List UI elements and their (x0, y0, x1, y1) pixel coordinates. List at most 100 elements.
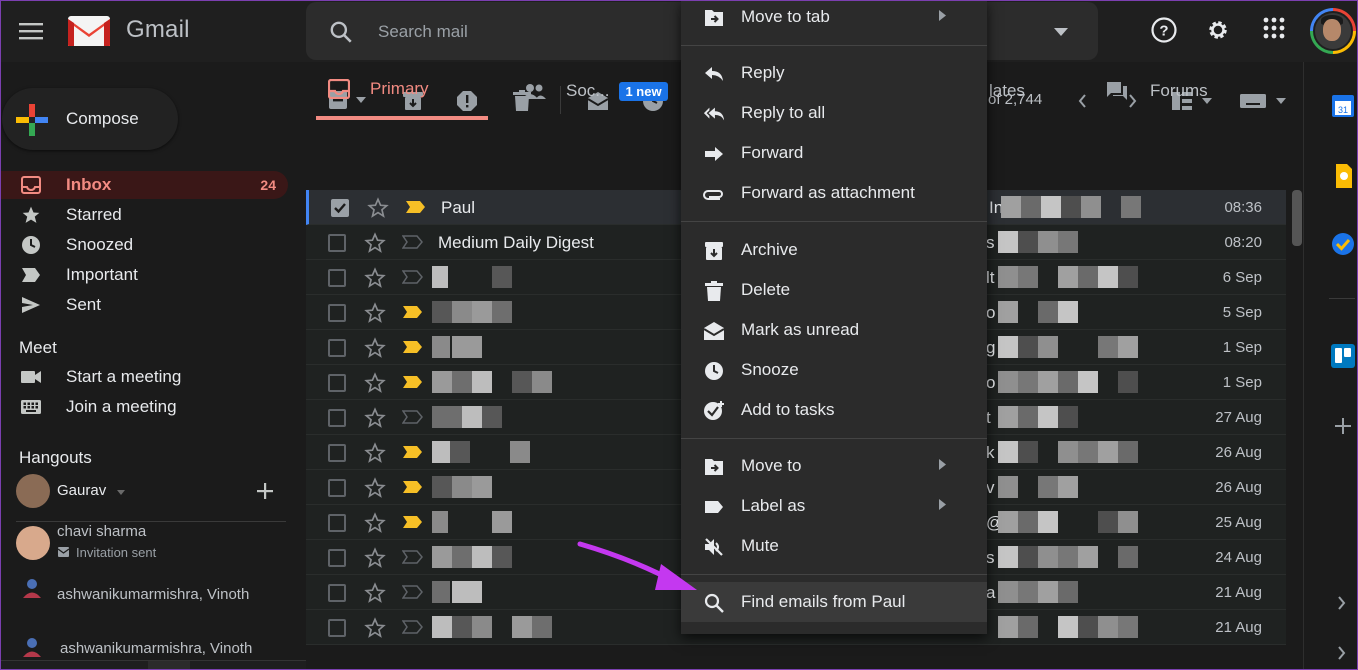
settings-gear-icon[interactable] (1204, 16, 1232, 44)
hangout-contact[interactable]: ashwanikumarmishra, Vinoth (16, 574, 286, 604)
account-avatar[interactable] (1310, 8, 1356, 54)
redacted-block (1078, 371, 1098, 393)
sidebar-item-sent[interactable]: Sent (0, 291, 288, 319)
row-checkbox[interactable] (328, 514, 346, 532)
star-icon[interactable] (364, 302, 386, 324)
menu-item-reply[interactable]: Reply (681, 53, 987, 93)
search-icon[interactable] (328, 19, 354, 45)
menu-item-snooze[interactable]: Snooze (681, 350, 987, 390)
menu-item-label: Move to tab (741, 7, 830, 26)
email-snippet: a (986, 583, 996, 602)
star-icon[interactable] (364, 547, 386, 569)
chevron-left-icon[interactable] (1078, 94, 1087, 108)
calendar-icon[interactable]: 31 (1331, 94, 1355, 118)
important-marker-icon[interactable] (402, 375, 424, 389)
chevron-right-icon[interactable] (1337, 646, 1346, 660)
menu-item-move-to[interactable]: Move to (681, 446, 987, 486)
help-icon[interactable]: ? (1150, 16, 1178, 44)
star-icon[interactable] (367, 197, 389, 219)
hangout-contact[interactable]: ashwanikumarmishra, Vinoth (16, 634, 286, 664)
important-marker-icon[interactable] (402, 515, 424, 529)
expand-panel-icon[interactable] (1337, 596, 1346, 610)
important-marker-icon[interactable] (402, 550, 424, 564)
sidebar-item-starred[interactable]: Starred (0, 201, 288, 229)
important-marker-icon[interactable] (405, 200, 427, 214)
row-checkbox[interactable] (328, 339, 346, 357)
important-marker-icon[interactable] (402, 340, 424, 354)
gmail-logo[interactable]: Gmail (66, 12, 190, 48)
menu-item-delete[interactable]: Delete (681, 270, 987, 310)
search-options-icon[interactable] (1054, 28, 1068, 36)
sidebar-item-important[interactable]: Important (0, 261, 288, 289)
add-addon-icon[interactable] (1335, 418, 1351, 434)
row-checkbox[interactable] (328, 269, 346, 287)
row-checkbox[interactable] (328, 374, 346, 392)
row-checkbox[interactable] (328, 234, 346, 252)
sidebar-item-snoozed[interactable]: Snoozed (0, 231, 288, 259)
main-menu-button[interactable] (14, 15, 48, 47)
email-context-menu: Move to tab Reply Reply to all Forward Forwa… (681, 0, 987, 634)
menu-item-add-to-tasks[interactable]: Add to tasks (681, 390, 987, 430)
important-marker-icon[interactable] (402, 585, 424, 599)
sidebar-item-inbox[interactable]: Inbox 24 (0, 171, 288, 199)
start-meeting-label: Start a meeting (66, 367, 182, 386)
row-checkbox[interactable] (328, 409, 346, 427)
star-icon[interactable] (364, 337, 386, 359)
star-icon[interactable] (364, 232, 386, 254)
join-meeting-item[interactable]: Join a meeting (0, 393, 288, 421)
compose-button[interactable]: Compose (2, 88, 178, 150)
search-input[interactable]: Search mail (378, 22, 468, 42)
tab-primary[interactable]: Primary (316, 62, 488, 120)
menu-item-move-to-tab[interactable]: Move to tab (681, 0, 987, 37)
important-marker-icon[interactable] (402, 305, 424, 319)
start-meeting-item[interactable]: Start a meeting (0, 363, 288, 391)
row-checkbox[interactable] (328, 619, 346, 637)
row-checkbox[interactable] (331, 199, 349, 217)
important-marker-icon[interactable] (402, 480, 424, 494)
star-icon[interactable] (364, 372, 386, 394)
tasks-icon[interactable] (1331, 232, 1355, 256)
star-icon[interactable] (364, 267, 386, 289)
row-checkbox[interactable] (328, 444, 346, 462)
email-snippet: In (989, 198, 1001, 217)
hangout-contact[interactable]: chavi sharma Invitation sent (16, 522, 286, 564)
menu-item-forward-as-attachment[interactable]: Forward as attachment (681, 173, 987, 213)
redacted-block (1098, 266, 1118, 288)
keep-icon[interactable] (1334, 164, 1352, 188)
row-checkbox[interactable] (328, 549, 346, 567)
star-icon[interactable] (364, 442, 386, 464)
star-icon[interactable] (364, 582, 386, 604)
menu-item-find-emails-from-paul[interactable]: Find emails from Paul (681, 582, 987, 622)
star-icon[interactable] (364, 512, 386, 534)
important-marker-icon[interactable] (402, 410, 424, 424)
trello-icon[interactable] (1331, 344, 1355, 368)
menu-item-reply-to-all[interactable]: Reply to all (681, 93, 987, 133)
star-icon[interactable] (364, 477, 386, 499)
menu-item-mark-as-unread[interactable]: Mark as unread (681, 310, 987, 350)
tab-updates[interactable]: lates (989, 62, 1025, 120)
scrollbar-thumb[interactable] (1292, 190, 1302, 246)
menu-item-archive[interactable]: Archive (681, 230, 987, 270)
menu-item-forward[interactable]: Forward (681, 133, 987, 173)
star-icon[interactable] (364, 617, 386, 639)
row-checkbox[interactable] (328, 304, 346, 322)
add-hangout-icon[interactable] (256, 482, 274, 500)
input-tools-toggle[interactable] (1240, 94, 1286, 108)
row-checkbox[interactable] (328, 479, 346, 497)
redacted-block (1018, 616, 1038, 638)
hangouts-self[interactable]: Gaurav (16, 474, 286, 510)
clock-icon (22, 236, 40, 254)
important-marker-icon[interactable] (402, 270, 424, 284)
apps-grid-icon[interactable] (1262, 16, 1286, 40)
menu-item-mute[interactable]: Mute (681, 526, 987, 566)
tab-social[interactable]: Soc... 1 new (522, 62, 668, 120)
self-avatar (16, 474, 50, 508)
star-icon[interactable] (364, 407, 386, 429)
important-marker-icon[interactable] (402, 235, 424, 249)
self-name: Gaurav (57, 482, 107, 499)
row-checkbox[interactable] (328, 584, 346, 602)
important-marker-icon[interactable] (402, 620, 424, 634)
tab-forums[interactable]: Forums (1106, 62, 1208, 120)
important-marker-icon[interactable] (402, 445, 424, 459)
menu-item-label-as[interactable]: Label as (681, 486, 987, 526)
